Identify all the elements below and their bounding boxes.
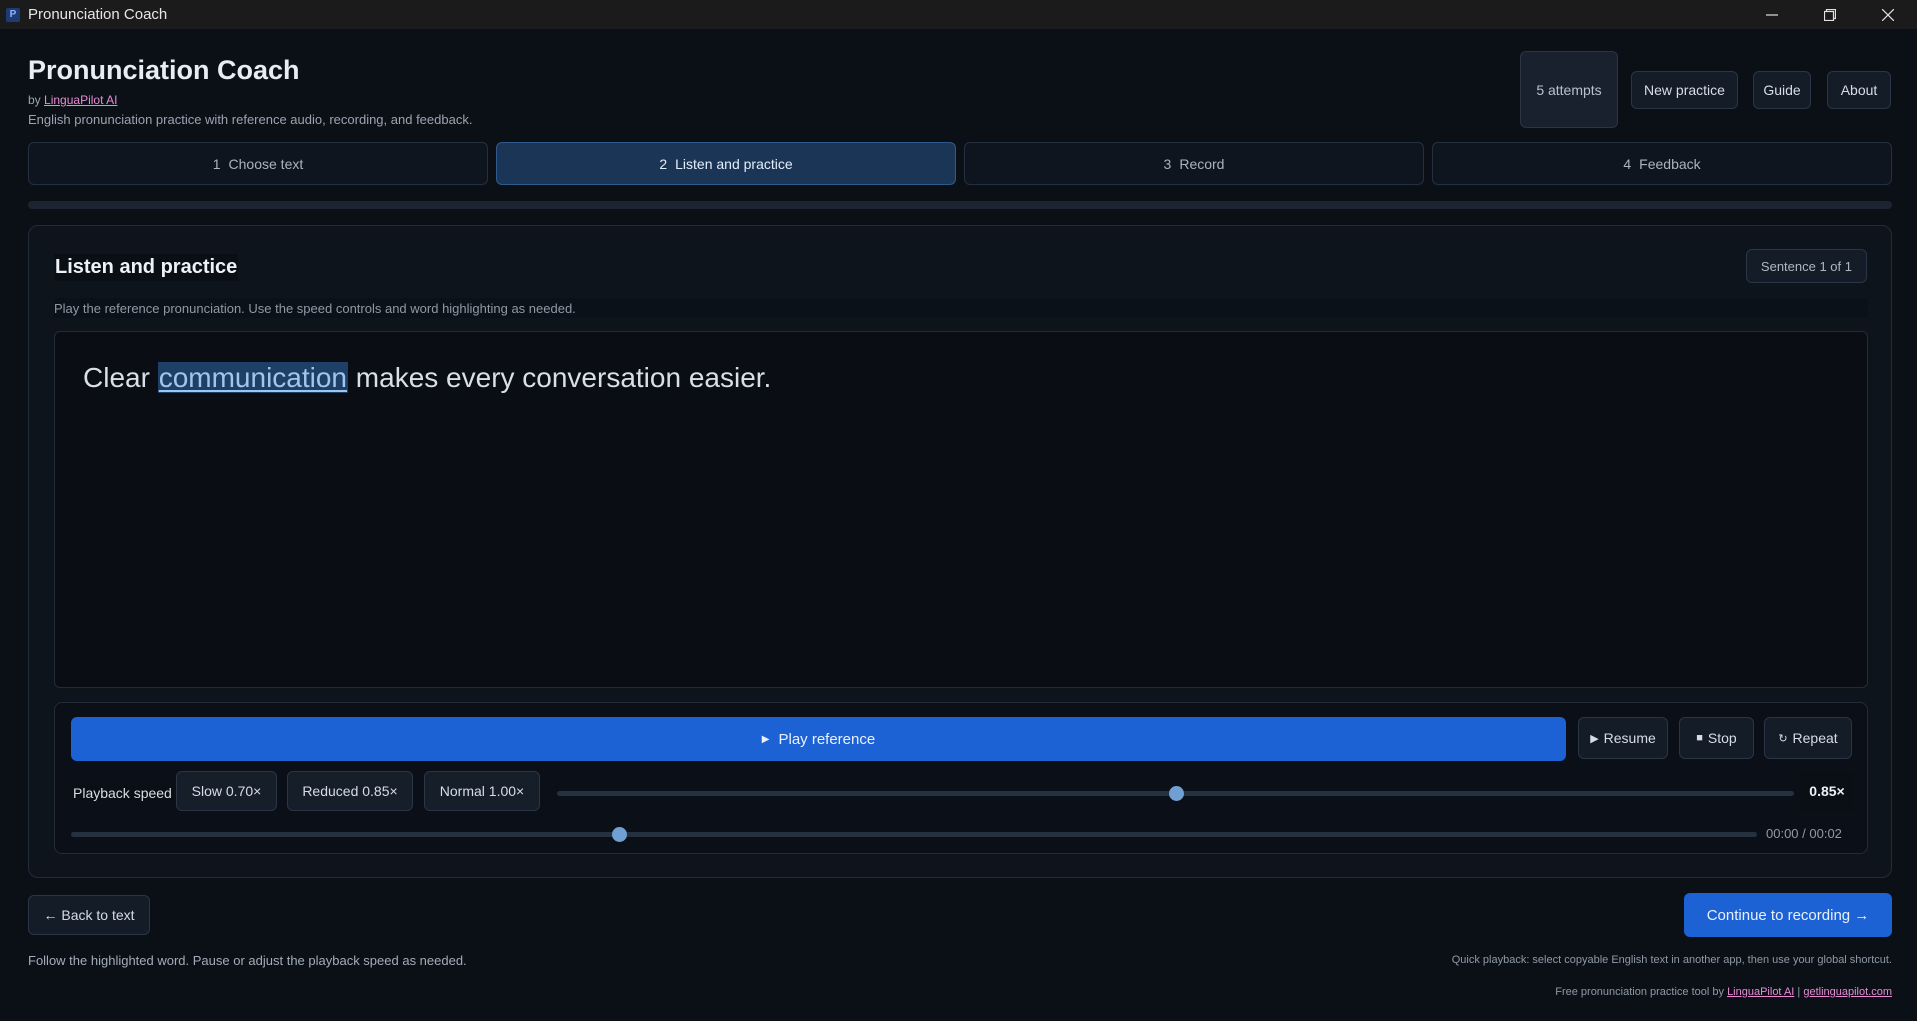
app-icon: P (6, 7, 20, 22)
card-title: Listen and practice (54, 254, 239, 281)
listen-card: Listen and practice Sentence 1 of 1 Play… (28, 225, 1892, 878)
seek-slider-thumb[interactable] (611, 827, 627, 842)
time-readout: 00:00 / 00:02 (1766, 826, 1842, 841)
guide-button[interactable]: Guide (1753, 71, 1811, 109)
repeat-icon: ↻ (1778, 732, 1788, 745)
window-titlebar: P Pronunciation Coach (0, 0, 1917, 29)
stop-icon: ■ (1696, 732, 1703, 744)
restore-button[interactable] (1801, 0, 1859, 29)
step-listen-and-practice[interactable]: 2 Listen and practice (496, 142, 956, 185)
speed-value: 0.85× (1800, 771, 1854, 811)
minimize-button[interactable] (1743, 0, 1801, 29)
hint-text: Follow the highlighted word. Pause or ad… (28, 953, 467, 968)
restore-icon (1824, 8, 1836, 21)
speed-slider-thumb[interactable] (1168, 786, 1184, 801)
repeat-button[interactable]: ↻ Repeat (1764, 717, 1852, 759)
speed-normal-button[interactable]: Normal 1.00× (424, 771, 540, 811)
speed-slow-button[interactable]: Slow 0.70× (176, 771, 277, 811)
app-subtitle: English pronunciation practice with refe… (28, 112, 473, 127)
close-button[interactable] (1859, 0, 1917, 29)
seek-slider[interactable] (71, 827, 1757, 842)
about-button[interactable]: About (1827, 71, 1891, 109)
stop-button[interactable]: ■ Stop (1679, 717, 1754, 759)
byline-link[interactable]: LinguaPilot AI (44, 93, 117, 107)
sentence-display: Clear communication makes every conversa… (54, 331, 1868, 688)
play-reference-button[interactable]: ▶ Play reference (71, 717, 1566, 761)
step-feedback[interactable]: 4 Feedback (1432, 142, 1892, 185)
byline-prefix: by (28, 93, 41, 107)
step-record[interactable]: 3 Record (964, 142, 1424, 185)
window-controls (1743, 0, 1917, 29)
minimize-icon (1766, 13, 1778, 16)
app-title: Pronunciation Coach (28, 55, 300, 85)
play-icon: ▶ (1590, 732, 1599, 745)
footer-link-site[interactable]: getlinguapilot.com (1803, 986, 1892, 998)
progress-bar (28, 201, 1892, 209)
resume-button[interactable]: ▶ Resume (1578, 717, 1668, 759)
playback-controls: ▶ Play reference ▶ Resume ■ Stop ↻ Repeat P… (54, 702, 1868, 854)
playback-speed-label: Playback speed (71, 785, 174, 801)
step-choose-text[interactable]: 1 Choose text (28, 142, 488, 185)
continue-to-recording-button[interactable]: Continue to recording → (1684, 893, 1892, 937)
card-description: Play the reference pronunciation. Use th… (54, 298, 1868, 318)
sentence-counter: Sentence 1 of 1 (1745, 249, 1867, 283)
speed-slider[interactable] (557, 786, 1794, 801)
footer-link-linguapilot[interactable]: LinguaPilot AI (1727, 986, 1794, 998)
attempts-badge: 5 attempts (1520, 51, 1618, 128)
new-practice-button[interactable]: New practice (1631, 71, 1738, 109)
highlighted-word: communication (157, 362, 349, 393)
play-icon: ▶ (761, 733, 770, 745)
close-icon (1882, 8, 1894, 21)
sentence-text: Clear communication makes every conversa… (83, 362, 772, 393)
quick-playback-note: Quick playback: select copyable English … (1451, 954, 1892, 966)
speed-reduced-button[interactable]: Reduced 0.85× (287, 771, 413, 811)
window-title: Pronunciation Coach (28, 6, 168, 23)
byline: by LinguaPilot AI (28, 93, 117, 107)
back-to-text-button[interactable]: ← Back to text (28, 895, 150, 935)
footer: Free pronunciation practice tool by Ling… (1555, 986, 1892, 998)
